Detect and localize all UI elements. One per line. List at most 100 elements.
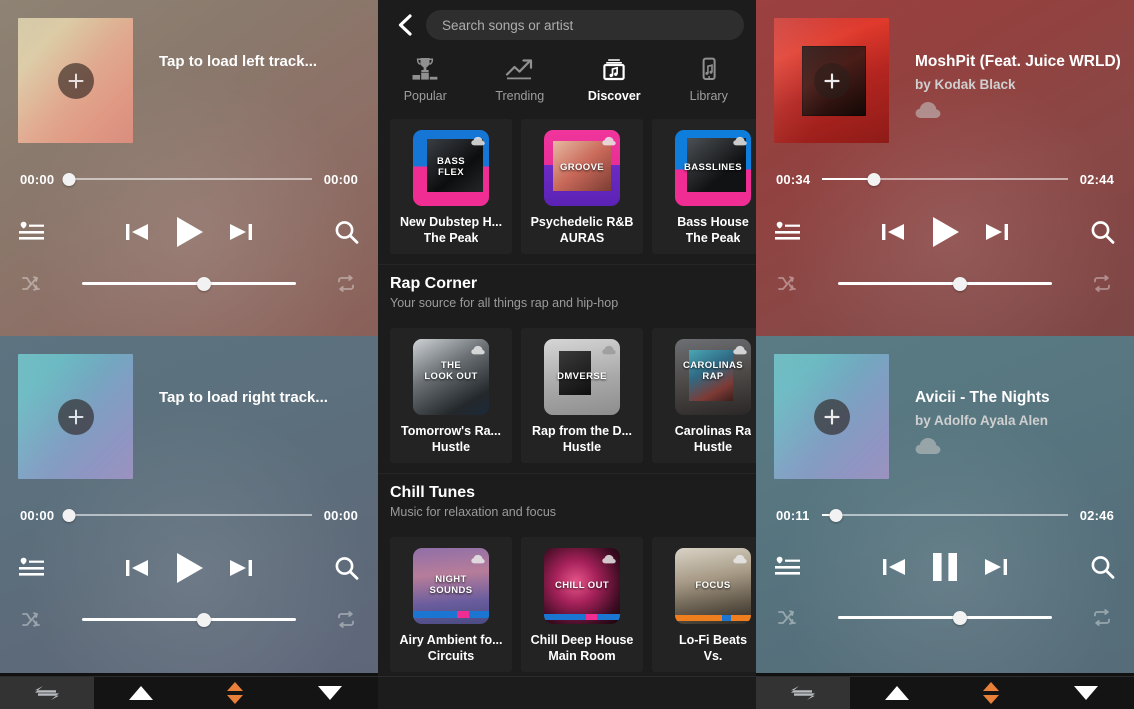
back-chevron-icon[interactable] (388, 8, 422, 42)
card-item[interactable]: THE LOOK OUT Tomorrow's Ra... Hustle (390, 328, 512, 463)
add-track-plus-icon[interactable] (813, 62, 850, 99)
right-deck-column: MoshPit (Feat. Juice WRLD) by Kodak Blac… (756, 0, 1134, 709)
tab-library[interactable]: Library (662, 54, 757, 103)
nav-triangle-up-down-icon-left[interactable] (188, 677, 282, 709)
duration-time: 02:44 (1079, 171, 1114, 187)
nav-triangle-up-icon-left[interactable] (94, 677, 188, 709)
search-box[interactable] (426, 10, 744, 40)
search-icon[interactable] (333, 555, 360, 582)
elapsed-time: 00:11 (776, 507, 810, 523)
seek-slider[interactable] (62, 171, 312, 187)
system-navigation-bar (0, 676, 1134, 709)
section-title: Chill Tunes (390, 484, 476, 501)
track-title: Avicii - The Nights (915, 389, 1050, 406)
nav-swap-arrows-icon-right[interactable] (756, 677, 850, 709)
tab-popular[interactable]: Popular (378, 54, 473, 103)
add-track-plus-icon[interactable] (813, 398, 850, 435)
nav-center-spacer (378, 677, 756, 709)
playlist-heart-icon[interactable] (774, 555, 801, 579)
volume-slider[interactable] (82, 276, 296, 292)
album-art-load-slot[interactable] (774, 354, 889, 479)
volume-knob[interactable] (196, 276, 211, 291)
play-icon[interactable] (170, 213, 208, 251)
card-item[interactable]: GROOVE Psychedelic R&B AURAS (521, 119, 643, 254)
seek-slider[interactable] (821, 507, 1068, 523)
card-item[interactable]: CHILL OUT Chill Deep House Main Room (521, 537, 643, 672)
search-icon[interactable] (1089, 554, 1116, 581)
track-header: MoshPit (Feat. Juice WRLD) by Kodak Blac… (756, 0, 1134, 143)
volume-track (82, 618, 296, 621)
shuffle-icon[interactable] (22, 275, 42, 292)
volume-slider[interactable] (838, 610, 1052, 626)
card-item[interactable]: DMVERSE Rap from the D... Hustle (521, 328, 643, 463)
volume-track (82, 282, 296, 285)
skip-next-icon[interactable] (984, 219, 1010, 245)
soundcloud-cloud-icon (471, 342, 486, 360)
album-art-load-slot[interactable] (18, 18, 133, 143)
duration-time: 00:00 (323, 171, 358, 187)
card-item[interactable]: BASS FLEX New Dubstep H... The Peak (390, 119, 512, 254)
transport-controls (0, 549, 378, 587)
skip-next-icon[interactable] (983, 554, 1009, 580)
volume-slider[interactable] (82, 612, 296, 628)
play-icon[interactable] (926, 213, 964, 251)
search-input[interactable] (442, 17, 728, 33)
seek-slider[interactable] (62, 507, 312, 523)
nav-swap-arrows-icon-left[interactable] (0, 677, 94, 709)
skip-previous-icon[interactable] (124, 219, 150, 245)
playlist-heart-icon[interactable] (18, 220, 45, 244)
transport-controls (756, 213, 1134, 251)
skip-previous-icon[interactable] (880, 219, 906, 245)
seek-knob[interactable] (62, 172, 76, 186)
soundcloud-cloud-icon (602, 342, 617, 360)
album-art[interactable] (774, 18, 889, 143)
pause-icon[interactable] (927, 549, 963, 585)
duration-time: 02:46 (1079, 507, 1114, 523)
browser-scroll-area[interactable]: BASS FLEX New Dubstep H... The Peak GROOV… (378, 113, 756, 709)
tab-discover[interactable]: Discover (567, 54, 662, 103)
add-track-plus-icon[interactable] (57, 398, 94, 435)
volume-knob[interactable] (196, 612, 211, 627)
nav-triangle-down-icon-left[interactable] (282, 677, 378, 709)
soundcloud-cloud-icon (915, 437, 1134, 460)
play-icon[interactable] (170, 549, 208, 587)
tab-trending[interactable]: Trending (473, 54, 568, 103)
skip-next-icon[interactable] (228, 555, 254, 581)
repeat-icon[interactable] (1092, 275, 1112, 292)
volume-knob[interactable] (952, 276, 967, 291)
add-track-plus-icon[interactable] (57, 62, 94, 99)
album-thumb: BASSLINES (675, 130, 751, 206)
card-item[interactable]: CAROLINAS RAP Carolinas Ra Hustle (652, 328, 756, 463)
duration-time: 00:00 (323, 507, 358, 523)
shuffle-icon[interactable] (778, 609, 798, 626)
nav-triangle-up-icon-right[interactable] (850, 677, 944, 709)
seek-knob[interactable] (62, 508, 76, 522)
shuffle-icon[interactable] (778, 275, 798, 292)
nav-triangle-down-icon-right[interactable] (1038, 677, 1134, 709)
deck-left-top: Tap to load left track... 00:00 00:00 (0, 0, 378, 336)
elapsed-time: 00:00 (20, 507, 55, 523)
card-item[interactable]: FOCUS Lo-Fi Beats Vs. (652, 537, 756, 672)
skip-previous-icon[interactable] (124, 555, 150, 581)
seek-knob[interactable] (867, 172, 881, 186)
skip-next-icon[interactable] (228, 219, 254, 245)
elapsed-time: 00:00 (20, 171, 55, 187)
card-item[interactable]: NIGHT SOUNDS Airy Ambient fo... Circuits (390, 537, 512, 672)
volume-slider[interactable] (838, 276, 1052, 292)
seek-slider[interactable] (822, 171, 1068, 187)
nav-triangle-up-down-icon-right[interactable] (944, 677, 1038, 709)
search-icon[interactable] (333, 219, 360, 246)
track-meta: MoshPit (Feat. Juice WRLD) by Kodak Blac… (889, 18, 1134, 124)
volume-knob[interactable] (952, 610, 967, 625)
skip-previous-icon[interactable] (881, 554, 907, 580)
playlist-heart-icon[interactable] (18, 556, 45, 580)
album-art-load-slot[interactable] (18, 354, 133, 479)
playlist-heart-icon[interactable] (774, 220, 801, 244)
card-item[interactable]: BASSLINES Bass House The Peak (652, 119, 756, 254)
shuffle-icon[interactable] (22, 611, 42, 628)
seek-knob[interactable] (829, 508, 843, 522)
search-icon[interactable] (1089, 219, 1116, 246)
repeat-icon[interactable] (336, 275, 356, 292)
repeat-icon[interactable] (1092, 609, 1112, 626)
repeat-icon[interactable] (336, 611, 356, 628)
